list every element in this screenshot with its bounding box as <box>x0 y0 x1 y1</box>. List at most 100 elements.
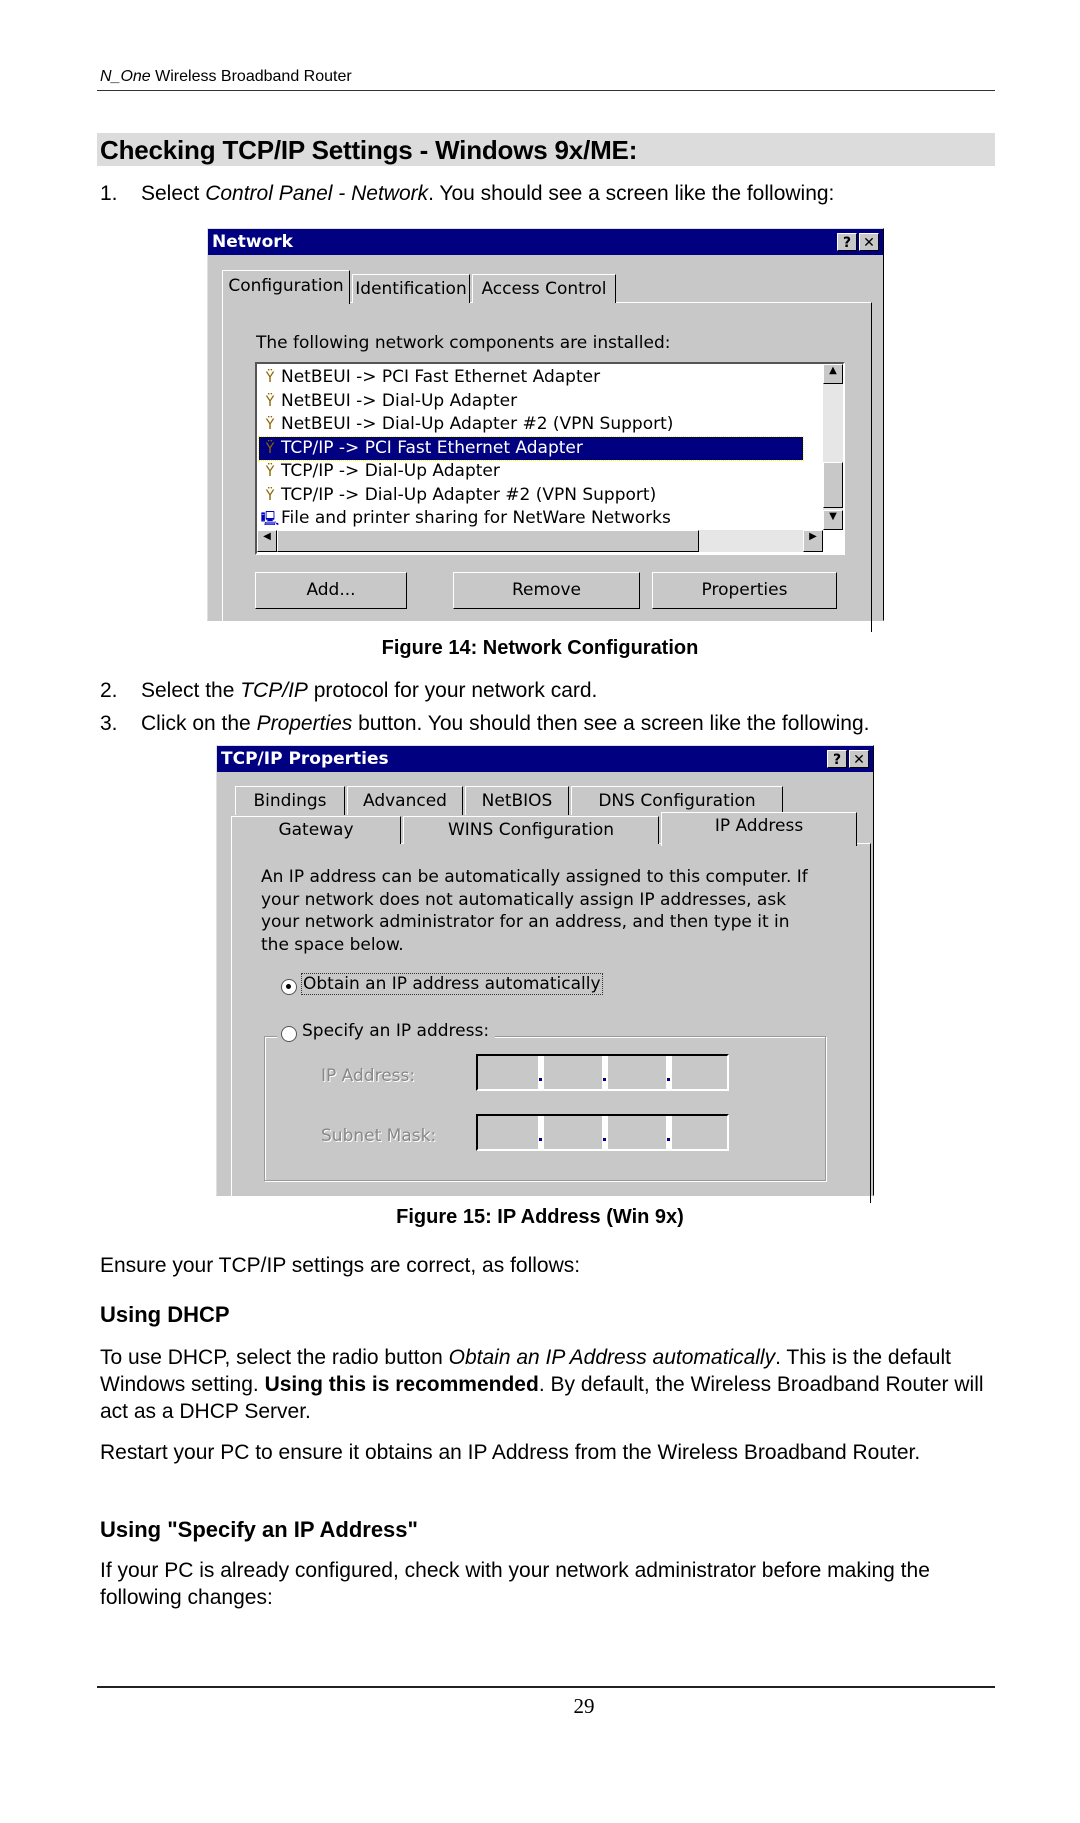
ip-description: An IP address can be automatically assig… <box>261 867 808 955</box>
list-item[interactable]: Ÿ TCP/IP -> PCI Fast Ethernet Adapter <box>258 435 804 461</box>
tab-access-control[interactable]: Access Control <box>472 274 616 303</box>
specify-heading: Using "Specify an IP Address" <box>100 1517 418 1542</box>
product-name: N_One <box>100 68 151 85</box>
step-text-em: Control Panel - Network <box>205 182 429 205</box>
step-text-em: TCP/IP <box>240 679 308 702</box>
tab-advanced[interactable]: Advanced <box>347 786 463 815</box>
network-dialog-titlebar: Network ? ✕ <box>208 229 883 255</box>
header-rule <box>97 90 995 91</box>
specify-paragraph: If your PC is already configured, check … <box>100 1559 930 1609</box>
network-dialog: Network ? ✕ Configuration Identification… <box>207 228 884 632</box>
list-item[interactable]: Ÿ NetBEUI -> Dial-Up Adapter <box>259 390 803 413</box>
tab-identification[interactable]: Identification <box>352 274 470 303</box>
obtain-ip-radio[interactable] <box>281 979 297 995</box>
close-icon: ✕ <box>863 235 875 251</box>
add-button[interactable]: Add... <box>255 572 407 609</box>
step-text-em: Properties <box>256 712 353 735</box>
computer-share-icon: 🖳 <box>260 511 280 527</box>
dhcp-paragraph: To use DHCP, select the radio button Obt… <box>100 1344 990 1425</box>
list-item[interactable]: Ÿ NetBEUI -> PCI Fast Ethernet Adapter <box>259 366 803 389</box>
list-item-label: TCP/IP -> Dial-Up Adapter <box>281 461 500 481</box>
product-name-rest: Wireless Broadband Router <box>150 68 352 85</box>
network-protocol-icon: Ÿ <box>265 487 275 504</box>
horizontal-scrollbar[interactable]: ◀ ▶ <box>257 530 823 552</box>
properties-button-label: Properties <box>701 580 788 600</box>
scroll-down-icon[interactable]: ▼ <box>823 510 843 530</box>
step-text: Select the TCP/IP protocol for your netw… <box>141 677 597 704</box>
emphasis: Obtain an IP Address automatically <box>448 1346 776 1369</box>
close-button[interactable]: ✕ <box>849 750 869 768</box>
vertical-scrollbar[interactable]: ▲ ▼ <box>823 364 843 530</box>
step-number: 3. <box>100 712 118 735</box>
figure-14-caption: Figure 14: Network Configuration <box>381 637 699 659</box>
subnet-mask-field[interactable] <box>476 1114 729 1151</box>
list-item[interactable]: Ÿ TCP/IP -> Dial-Up Adapter #2 (VPN Suppo… <box>259 484 803 507</box>
tab-wins-configuration[interactable]: WINS Configuration <box>403 816 659 844</box>
list-item[interactable]: Ÿ TCP/IP -> Dial-Up Adapter <box>259 460 803 483</box>
step-text-pre: Select <box>141 182 206 205</box>
restart-paragraph: Restart your PC to ensure it obtains an … <box>100 1441 921 1464</box>
ip-address-field[interactable] <box>476 1054 729 1091</box>
specify-ip-label[interactable]: Specify an IP address: <box>302 1021 489 1041</box>
properties-button[interactable]: Properties <box>652 572 837 609</box>
specify-ip-radio[interactable] <box>281 1026 297 1042</box>
footer-rule <box>97 1686 995 1688</box>
close-icon: ✕ <box>853 752 865 768</box>
tab-ip-address[interactable]: IP Address <box>661 812 857 846</box>
help-icon: ? <box>832 752 842 768</box>
step-text-pre: Select the <box>141 679 241 702</box>
strong: Using this is recommended <box>264 1373 539 1396</box>
components-listbox[interactable]: Ÿ NetBEUI -> PCI Fast Ethernet Adapter Ÿ Ne… <box>255 362 845 555</box>
scroll-up-icon[interactable]: ▲ <box>823 364 843 384</box>
list-item-label: TCP/IP -> PCI Fast Ethernet Adapter <box>281 437 583 458</box>
list-item[interactable]: Ÿ NetBEUI -> Dial-Up Adapter #2 (VPN Supp… <box>259 413 803 436</box>
tab-configuration[interactable]: Configuration <box>222 270 350 304</box>
list-item-label: File and printer sharing for NetWare Net… <box>281 508 671 528</box>
network-protocol-icon: Ÿ <box>265 464 275 480</box>
running-header: N_One Wireless Broadband Router <box>100 68 352 86</box>
scroll-left-icon[interactable]: ◀ <box>257 530 277 552</box>
subnet-mask-label: Subnet Mask: <box>321 1126 437 1146</box>
network-protocol-icon: Ÿ <box>265 370 275 386</box>
list-item-label: NetBEUI -> PCI Fast Ethernet Adapter <box>281 367 601 387</box>
tab-gateway[interactable]: Gateway <box>231 816 401 844</box>
h-scroll-thumb[interactable] <box>277 530 699 552</box>
list-item-label: TCP/IP -> Dial-Up Adapter #2 (VPN Suppor… <box>281 484 657 505</box>
step-text-post: . You should see a screen like the follo… <box>428 182 835 205</box>
list-item-label: NetBEUI -> Dial-Up Adapter <box>281 390 518 411</box>
ip-address-label: IP Address: <box>321 1066 416 1086</box>
list-item[interactable]: 🖳File and printer sharing for NetWare Ne… <box>259 507 803 530</box>
add-button-label: Add... <box>306 580 356 600</box>
scroll-right-icon[interactable]: ▶ <box>803 530 823 552</box>
list-item-label: NetBEUI -> Dial-Up Adapter #2 (VPN Suppo… <box>281 414 674 434</box>
remove-button[interactable]: Remove <box>453 572 640 609</box>
step-text: Select Control Panel - Network. You shou… <box>141 180 834 207</box>
tab-bindings[interactable]: Bindings <box>235 786 345 815</box>
text: To use DHCP, select the radio button <box>100 1346 449 1369</box>
help-button[interactable]: ? <box>837 233 857 251</box>
tcpip-properties-dialog: TCP/IP Properties ? ✕ Bindings Advanced … <box>216 745 874 1203</box>
tcpip-dialog-titlebar: TCP/IP Properties ? ✕ <box>217 746 873 772</box>
step-number: 2. <box>100 679 118 702</box>
components-list-label: The following network components are ins… <box>256 333 671 353</box>
dialog-title: Network <box>212 232 293 252</box>
remove-button-label: Remove <box>512 580 581 600</box>
help-icon: ? <box>842 235 852 251</box>
tab-dns-configuration[interactable]: DNS Configuration <box>571 786 783 815</box>
tab-netbios[interactable]: NetBIOS <box>465 786 569 815</box>
step-text-post: button. You should then see a screen lik… <box>352 712 870 735</box>
section-heading: Checking TCP/IP Settings - Windows 9x/ME… <box>100 135 638 165</box>
network-protocol-icon: Ÿ <box>265 417 275 433</box>
obtain-ip-label[interactable]: Obtain an IP address automatically <box>301 973 603 995</box>
step-number: 1. <box>100 182 118 205</box>
network-protocol-icon: Ÿ <box>265 440 275 457</box>
help-button[interactable]: ? <box>827 750 847 768</box>
dialog-title: TCP/IP Properties <box>221 749 389 769</box>
network-protocol-icon: Ÿ <box>265 393 275 410</box>
step-text: Click on the Properties button. You shou… <box>141 710 869 737</box>
ensure-text: Ensure your TCP/IP settings are correct,… <box>100 1254 581 1277</box>
scroll-thumb[interactable] <box>823 462 843 508</box>
close-button[interactable]: ✕ <box>859 233 879 251</box>
step-text-pre: Click on the <box>141 712 257 735</box>
figure-15-caption: Figure 15: IP Address (Win 9x) <box>396 1206 684 1228</box>
